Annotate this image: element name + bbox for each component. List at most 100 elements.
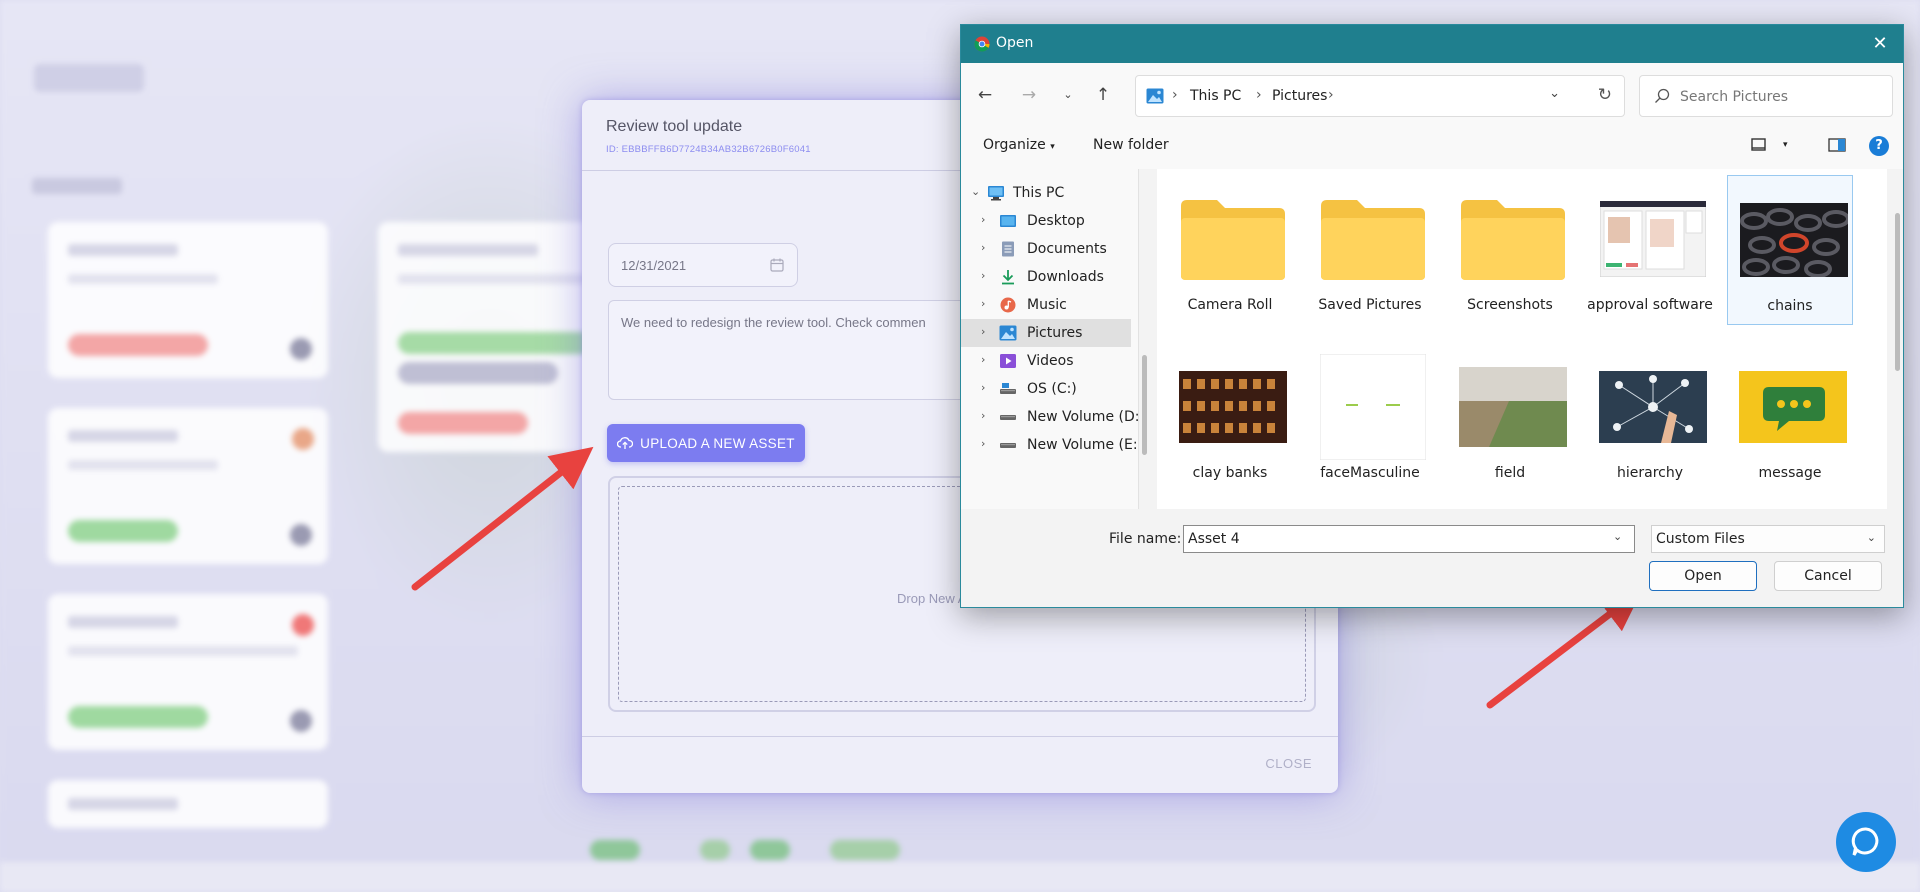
tree-item-pictures[interactable]: › Pictures [961, 319, 1131, 347]
image-thumbnail [1599, 189, 1707, 289]
dialog-navbar: ← → ⌄ ↑ › This PC › Pictures › ⌄ ↻ [961, 63, 1903, 123]
background-task-card [48, 594, 328, 750]
pictures-folder-icon [1146, 88, 1164, 104]
file-label: clay banks [1192, 465, 1268, 481]
files-scrollbar[interactable] [1895, 213, 1900, 371]
breadcrumb-separator: › [1256, 87, 1262, 103]
dialog-close-icon[interactable]: ✕ [1867, 31, 1893, 57]
background-task-card [48, 222, 328, 378]
tree-item-music[interactable]: › Music [961, 291, 1131, 319]
file-tile-screenshots[interactable]: Screenshots [1447, 175, 1573, 325]
background-chip [750, 840, 790, 860]
collapsed-chevron-icon[interactable]: › [981, 437, 985, 450]
image-thumbnail [1179, 357, 1287, 457]
preview-pane-icon[interactable] [1827, 135, 1847, 155]
breadcrumb-pictures[interactable]: Pictures [1272, 88, 1327, 104]
tree-item-this-pc[interactable]: ⌄ This PC [961, 179, 1131, 207]
tree-item-volume-e[interactable]: › New Volume (E:) [961, 431, 1138, 459]
search-icon [1655, 88, 1670, 103]
tree-item-desktop[interactable]: › Desktop [961, 207, 1131, 235]
dialog-titlebar: Open ✕ [961, 25, 1903, 63]
collapsed-chevron-icon[interactable]: › [981, 409, 985, 422]
file-label: approval software [1587, 297, 1713, 313]
collapsed-chevron-icon[interactable]: › [981, 381, 985, 394]
file-name-label: File name: [1109, 531, 1182, 547]
image-thumbnail [1739, 357, 1847, 457]
documents-icon [1002, 241, 1014, 257]
new-folder-button[interactable]: New folder [1093, 137, 1169, 153]
organize-dropdown-icon: ▾ [1050, 142, 1055, 152]
upload-asset-button[interactable]: UPLOAD A NEW ASSET [607, 424, 805, 462]
tree-label: Desktop [1027, 213, 1085, 229]
file-label: Camera Roll [1187, 297, 1273, 313]
desktop-icon [1000, 215, 1016, 227]
help-icon[interactable]: ? [1869, 136, 1889, 156]
tree-label: Videos [1027, 353, 1074, 369]
file-tile-clay-banks[interactable]: clay banks [1167, 343, 1293, 493]
tree-item-os-c[interactable]: › OS (C:) [961, 375, 1131, 403]
address-bar[interactable]: › This PC › Pictures › ⌄ ↻ [1135, 75, 1625, 117]
tree-item-downloads[interactable]: › Downloads [961, 263, 1131, 291]
tree-item-volume-d[interactable]: › New Volume (D: [961, 403, 1138, 431]
breadcrumb-this-pc[interactable]: This PC [1190, 88, 1241, 104]
cloud-upload-icon [617, 437, 634, 449]
collapsed-chevron-icon[interactable]: › [981, 297, 985, 310]
search-box[interactable] [1639, 75, 1893, 117]
tree-item-documents[interactable]: › Documents [961, 235, 1131, 263]
folder-icon [1319, 189, 1427, 289]
file-tile-message[interactable]: message [1727, 343, 1853, 493]
videos-icon [1000, 354, 1016, 368]
tree-label: Pictures [1027, 325, 1083, 341]
breadcrumb-separator: › [1328, 87, 1334, 103]
background-task-card [48, 780, 328, 828]
address-dropdown-icon[interactable]: ⌄ [1549, 86, 1560, 101]
file-name-input[interactable] [1183, 525, 1635, 553]
refresh-icon[interactable]: ↻ [1598, 85, 1612, 105]
file-tile-field[interactable]: field [1447, 343, 1573, 493]
file-tile-approval-software[interactable]: approval software [1587, 175, 1713, 325]
folder-icon [1459, 189, 1567, 289]
file-type-dropdown-icon: ⌄ [1866, 531, 1876, 544]
collapsed-chevron-icon[interactable]: › [981, 213, 985, 226]
view-dropdown-icon[interactable]: ▾ [1783, 140, 1788, 150]
recent-locations-chevron-icon[interactable]: ⌄ [1056, 83, 1080, 107]
expanded-chevron-icon[interactable]: ⌄ [971, 185, 980, 198]
file-name-dropdown-icon[interactable]: ⌄ [1613, 530, 1622, 543]
navigation-tree: ⌄ This PC › Desktop › Documents › Downlo… [961, 169, 1139, 509]
image-thumbnail [1459, 357, 1567, 457]
chat-widget-button[interactable] [1836, 812, 1896, 872]
collapsed-chevron-icon[interactable]: › [981, 325, 985, 338]
collapsed-chevron-icon[interactable]: › [981, 353, 985, 366]
open-button[interactable]: Open [1649, 561, 1757, 591]
collapsed-chevron-icon[interactable]: › [981, 241, 985, 254]
search-input[interactable] [1680, 86, 1880, 108]
file-label: Saved Pictures [1318, 297, 1422, 313]
organize-menu[interactable]: Organize ▾ [983, 137, 1055, 153]
back-arrow-icon[interactable]: ← [973, 83, 997, 107]
forward-arrow-icon[interactable]: → [1017, 83, 1041, 107]
file-type-value: Custom Files [1656, 531, 1745, 547]
this-pc-icon [988, 186, 1004, 201]
due-date-input[interactable]: 12/31/2021 [608, 243, 798, 287]
file-type-select[interactable]: Custom Files ⌄ [1651, 525, 1885, 553]
file-tile-chains[interactable]: chains [1727, 175, 1853, 325]
tree-item-videos[interactable]: › Videos [961, 347, 1131, 375]
collapsed-chevron-icon[interactable]: › [981, 269, 985, 282]
tree-label: Downloads [1027, 269, 1104, 285]
folder-icon [1179, 189, 1287, 289]
image-thumbnail [1740, 190, 1848, 290]
calendar-icon[interactable] [769, 257, 785, 273]
image-thumbnail [1319, 354, 1427, 460]
chat-icon [1851, 827, 1879, 856]
up-arrow-icon[interactable]: ↑ [1091, 83, 1115, 107]
file-tile-saved-pictures[interactable]: Saved Pictures [1307, 175, 1433, 325]
tree-scrollbar[interactable] [1142, 355, 1147, 455]
close-button[interactable]: CLOSE [1265, 756, 1312, 771]
cancel-button[interactable]: Cancel [1774, 561, 1882, 591]
file-tile-face-masculine[interactable]: faceMasculine [1307, 343, 1433, 493]
file-label: Screenshots [1467, 297, 1553, 313]
file-tile-camera-roll[interactable]: Camera Roll [1167, 175, 1293, 325]
view-options-icon[interactable] [1749, 135, 1769, 155]
file-label: message [1758, 465, 1822, 481]
file-tile-hierarchy[interactable]: hierarchy [1587, 343, 1713, 493]
